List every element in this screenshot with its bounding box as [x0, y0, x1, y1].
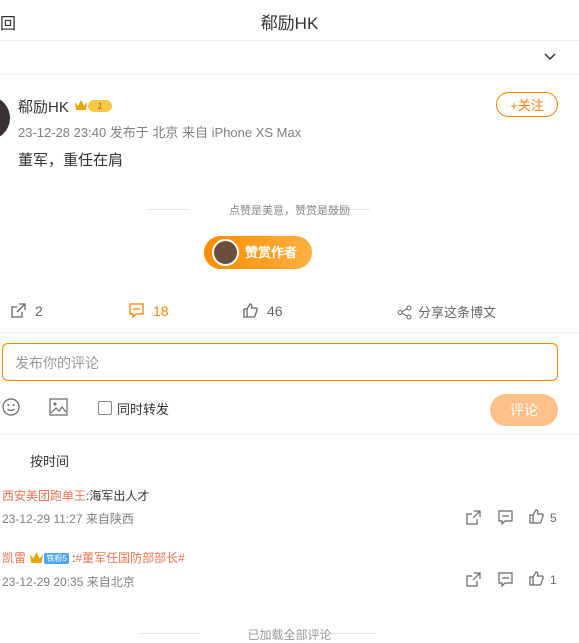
reward-tip: 点赞是美意，赞赏是鼓励	[229, 205, 350, 217]
author-avatar	[212, 239, 239, 266]
repost-checkbox[interactable]	[98, 401, 112, 415]
reward-button[interactable]: 赞赏作者	[204, 236, 312, 269]
reward-label: 赞赏作者	[245, 245, 298, 260]
crown-icon	[30, 552, 44, 563]
fan-level-badge: 铁粉5	[44, 553, 69, 564]
comment-tools: 同时转发 评论	[0, 394, 579, 435]
repost-icon[interactable]	[466, 572, 481, 587]
hashtag-link[interactable]: #董军任国防部部长#	[75, 551, 184, 565]
share-button[interactable]: 分享这条博文	[397, 302, 496, 321]
comment-icon	[129, 303, 144, 319]
comment-like-count: 5	[550, 511, 557, 525]
avatar[interactable]	[0, 96, 10, 140]
comment-icon[interactable]	[498, 572, 513, 587]
thumbs-up-icon	[243, 303, 258, 318]
comment-item: 凯雷 铁粉5 :#董军任国防部部长#	[2, 549, 185, 566]
share-icon	[397, 305, 412, 320]
level-badge: 1	[88, 100, 112, 112]
collapse-row	[0, 41, 579, 75]
repost-button[interactable]: 2	[10, 302, 43, 319]
share-label: 分享这条博文	[418, 305, 497, 320]
repost-checkbox-label: 同时转发	[117, 402, 170, 417]
post-content: 董军，重任在肩	[18, 152, 124, 169]
comment-like-count: 1	[550, 573, 557, 587]
page-title: 郗励HK	[260, 14, 319, 33]
comment-meta: 23-12-29 20:35 来自北京	[2, 575, 135, 589]
comment-icon[interactable]	[498, 510, 513, 525]
thumbs-up-icon[interactable]	[529, 509, 544, 524]
like-button[interactable]: 46	[242, 302, 283, 319]
submit-comment-button[interactable]: 评论	[490, 394, 558, 426]
comment-button[interactable]: 18	[128, 302, 169, 319]
repost-icon[interactable]	[466, 510, 481, 525]
post-username[interactable]: 郗励HK	[18, 96, 69, 117]
thumbs-up-icon[interactable]	[529, 571, 544, 586]
post-meta: 23-12-28 23:40 发布于 北京 来自 iPhone XS Max	[18, 125, 302, 140]
comment-count: 18	[153, 303, 169, 319]
sort-by-time[interactable]: 按时间	[30, 451, 69, 470]
all-comments-loaded: 已加载全部评论	[247, 628, 332, 642]
emoji-icon[interactable]	[2, 398, 20, 416]
comment-meta: 23-12-29 11:27 来自陕西	[2, 512, 134, 526]
follow-button[interactable]: +关注	[496, 92, 558, 117]
repost-count: 2	[35, 303, 43, 319]
action-bar: 2 18 46 分享这条博文	[0, 292, 579, 333]
like-count: 46	[267, 303, 283, 319]
comment-username[interactable]: 凯雷	[2, 551, 26, 565]
image-icon[interactable]	[49, 398, 68, 416]
chevron-down-icon[interactable]	[543, 49, 557, 63]
top-bar: 回 郗励HK	[0, 0, 579, 41]
comment-text: :海军出人才	[86, 489, 150, 503]
repost-icon	[11, 303, 26, 318]
comment-input[interactable]: 发布你的评论	[2, 343, 558, 381]
comment-item: 西安美团跑单王:海军出人才	[2, 487, 149, 504]
crown-icon	[75, 100, 87, 110]
comment-username[interactable]: 西安美团跑单王	[2, 489, 86, 503]
